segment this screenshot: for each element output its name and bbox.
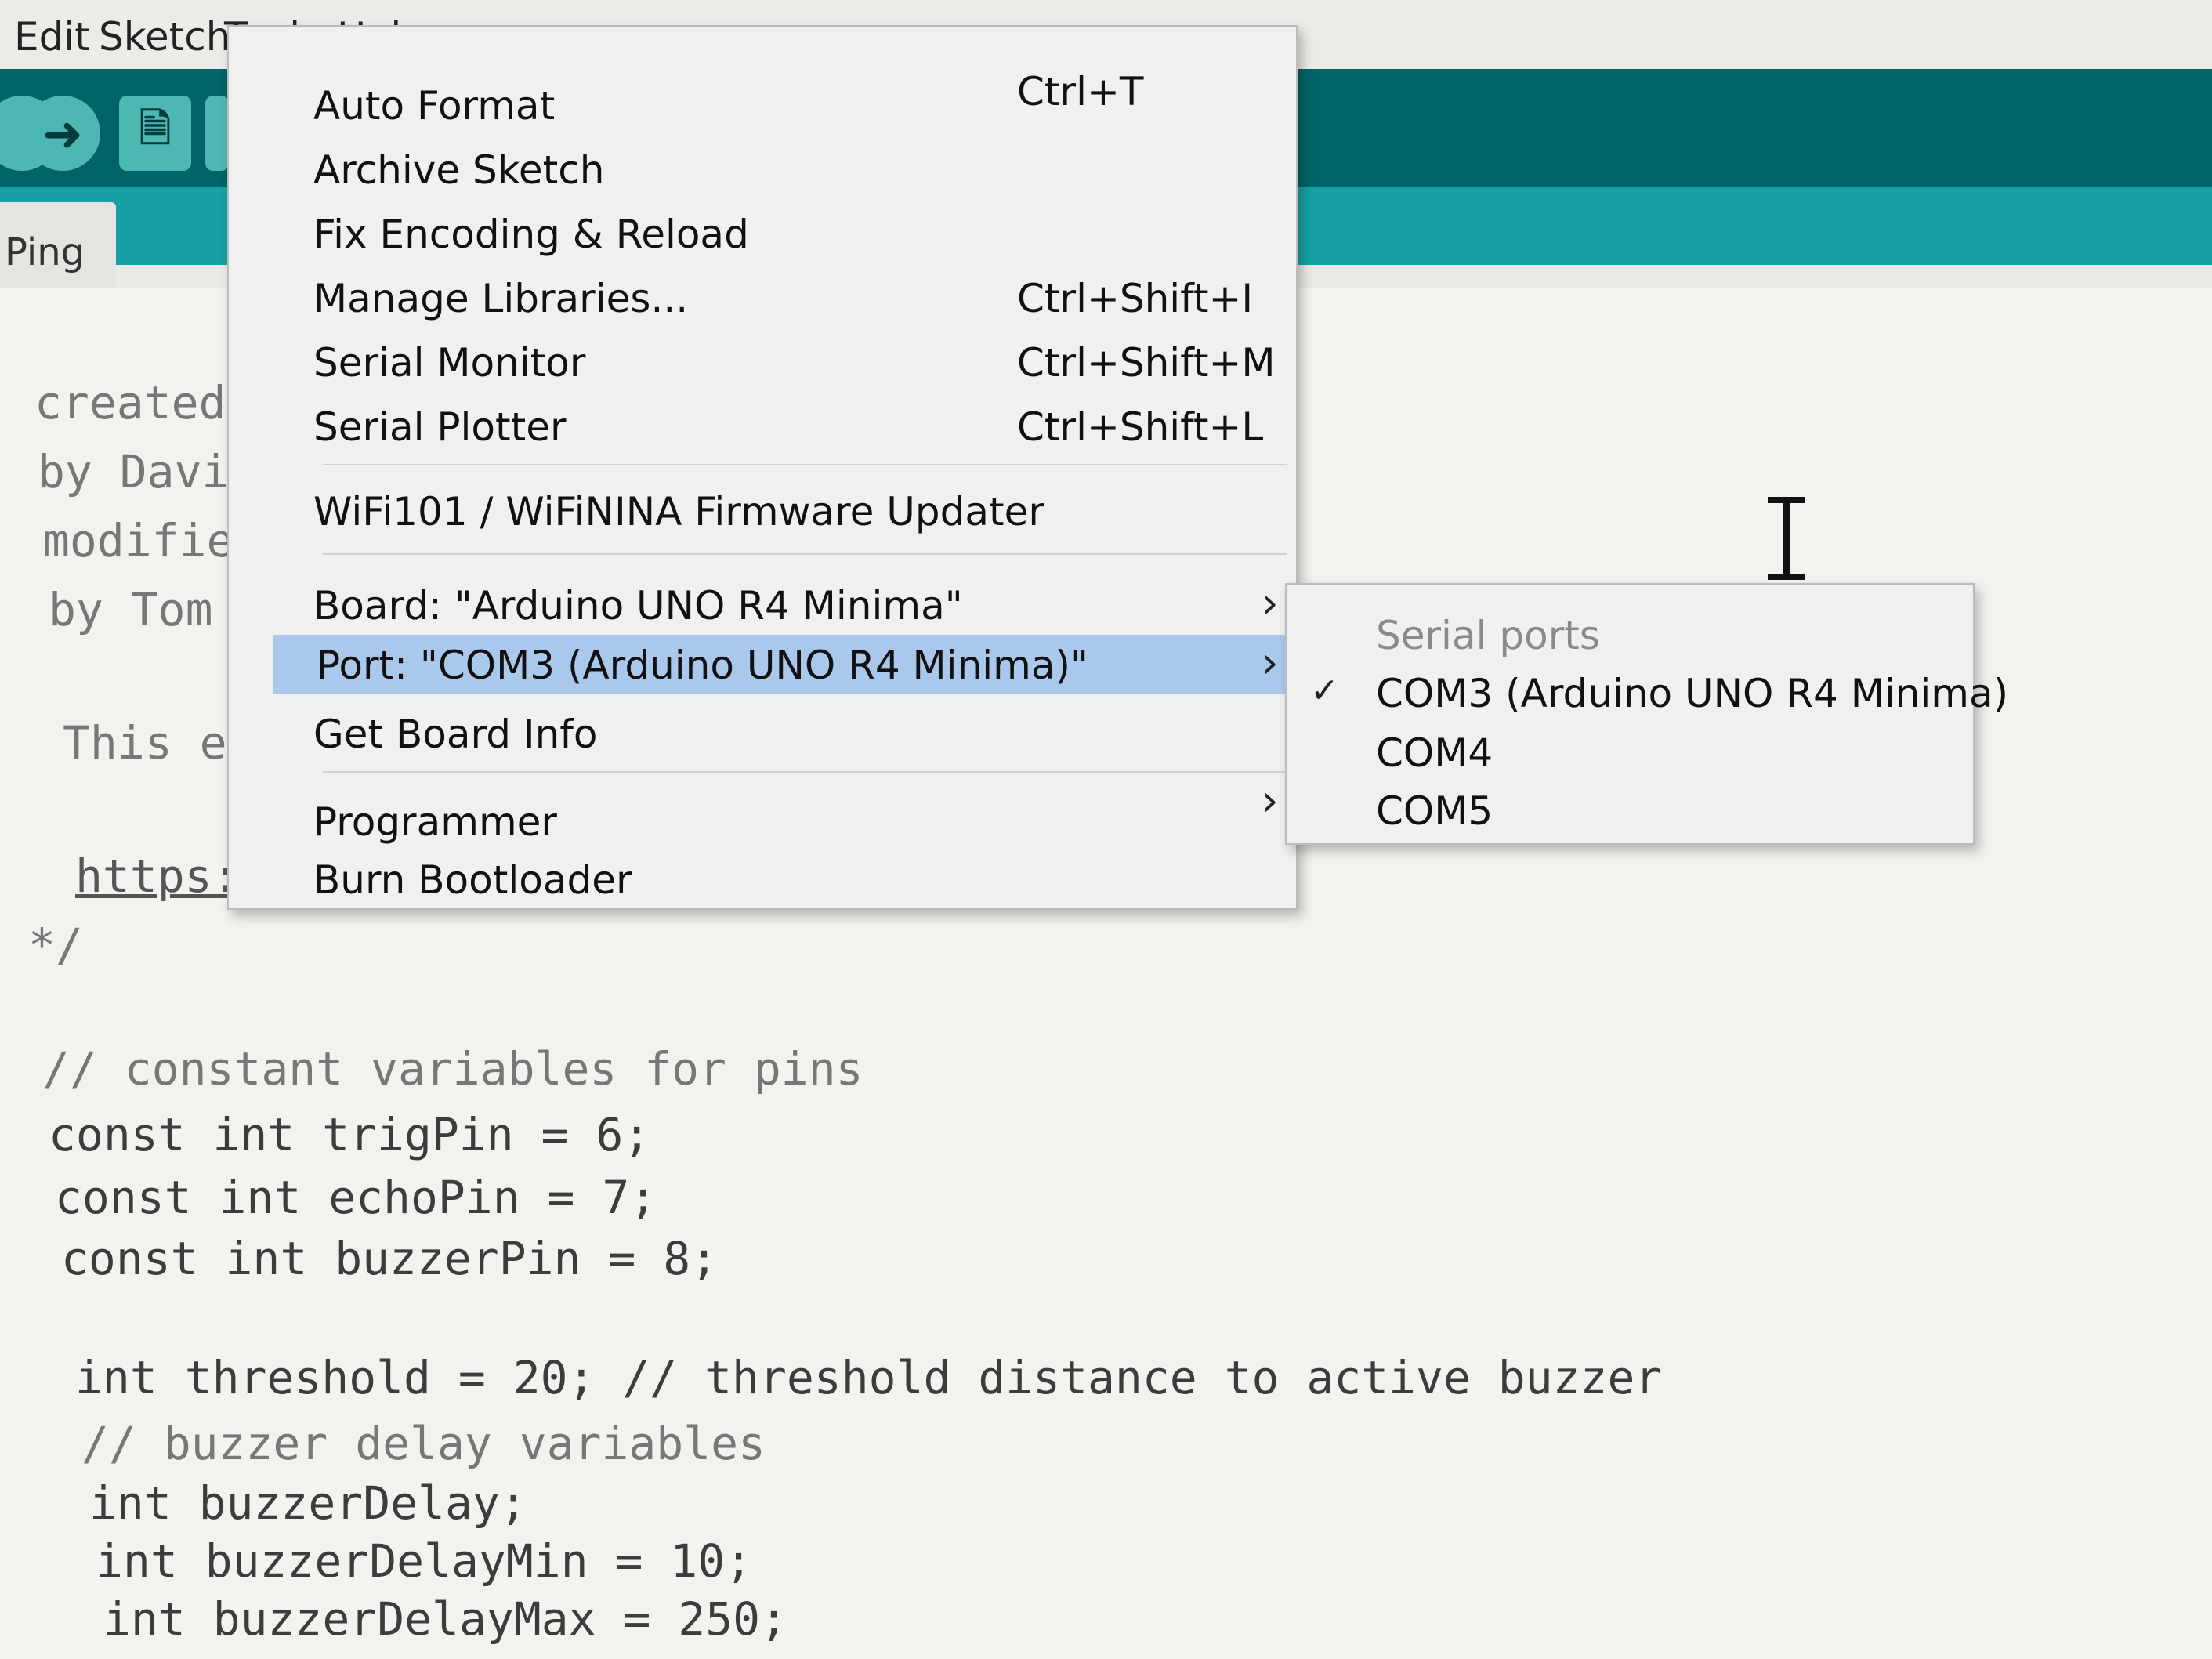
menu-item-manage-libraries[interactable]: Manage Libraries... Ctrl+Shift+I — [229, 268, 1296, 328]
new-sketch-button[interactable]: 🗎 — [119, 96, 191, 171]
code-line: int threshold = 20; // threshold distanc… — [75, 1351, 1663, 1404]
menu-item-label: Fix Encoding & Reload — [313, 212, 749, 257]
menu-item-label: Get Board Info — [313, 712, 598, 757]
menu-item-label: Manage Libraries... — [313, 276, 689, 321]
menu-item-label: Archive Sketch — [313, 147, 605, 193]
menu-item-label: Board: "Arduino UNO R4 Minima" — [313, 583, 963, 628]
port-option-label: COM5 — [1376, 788, 1493, 834]
menu-item-board[interactable]: Board: "Arduino UNO R4 Minima" › — [229, 575, 1296, 635]
code-line: const int echoPin = 7; — [55, 1171, 657, 1224]
menu-item-fix-encoding[interactable]: Fix Encoding & Reload — [229, 204, 1296, 263]
code-line: // buzzer delay variables — [81, 1417, 766, 1470]
arduino-ide-window: Edit Sketch Tools Help ➜ 🗎 Ping created … — [0, 0, 2212, 1659]
code-line: int buzzerDelayMax = 250; — [103, 1592, 787, 1646]
menu-item-label: Burn Bootloader — [313, 857, 632, 903]
document-icon: 🗎 — [139, 105, 172, 151]
menu-item-shortcut: Ctrl+Shift+L — [1017, 404, 1264, 450]
code-line: created — [34, 376, 226, 429]
port-option-com4[interactable]: COM4 — [1287, 726, 1973, 785]
menu-separator — [323, 553, 1287, 555]
menu-item-shortcut: Ctrl+Shift+I — [1017, 276, 1254, 321]
code-line: This ex — [63, 716, 255, 770]
menu-edit[interactable]: Edit — [14, 14, 90, 60]
menu-item-label: Port: "COM3 (Arduino UNO R4 Minima)" — [317, 643, 1089, 688]
tools-dropdown-menu: Auto Format Ctrl+T Archive Sketch Fix En… — [227, 25, 1298, 910]
submenu-header: Serial ports — [1287, 608, 1973, 668]
port-option-com5[interactable]: COM5 — [1287, 784, 1973, 843]
code-line: const int buzzerPin = 8; — [61, 1232, 719, 1285]
port-option-label: COM3 (Arduino UNO R4 Minima) — [1376, 671, 2009, 716]
menu-item-label: Serial Monitor — [313, 340, 586, 386]
menu-sketch[interactable]: Sketch — [99, 14, 230, 60]
checkmark-icon: ✓ — [1310, 671, 1339, 711]
menu-item-shortcut: Ctrl+Shift+M — [1017, 340, 1276, 386]
chevron-right-icon: › — [1262, 776, 1279, 825]
code-line: */ — [28, 918, 83, 972]
menu-item-auto-format[interactable]: Auto Format Ctrl+T — [229, 69, 1296, 135]
menu-item-get-board-info[interactable]: Get Board Info — [229, 704, 1296, 763]
submenu-header-label: Serial ports — [1376, 613, 1600, 658]
code-line: modifie — [42, 514, 234, 567]
code-line: by Davi — [38, 445, 230, 498]
menu-item-label: Programmer — [313, 799, 557, 845]
menu-item-serial-monitor[interactable]: Serial Monitor Ctrl+Shift+M — [229, 332, 1296, 392]
code-line: by Tom — [49, 583, 213, 636]
menu-item-burn-bootloader[interactable]: Burn Bootloader — [229, 849, 1296, 909]
tab-ping[interactable]: Ping — [0, 202, 116, 288]
menu-item-shortcut: Ctrl+T — [1017, 69, 1144, 114]
port-submenu: Serial ports ✓ COM3 (Arduino UNO R4 Mini… — [1285, 583, 2008, 845]
menu-item-programmer[interactable]: Programmer › — [229, 776, 1296, 851]
menu-separator — [323, 464, 1287, 465]
upload-button[interactable]: ➜ — [25, 96, 100, 171]
code-line: const int trigPin = 6; — [49, 1108, 651, 1161]
code-line: int buzzerDelay; — [89, 1476, 527, 1530]
chevron-right-icon: › — [1262, 578, 1279, 628]
menu-item-firmware-updater[interactable]: WiFi101 / WiFiNINA Firmware Updater — [229, 481, 1296, 541]
port-option-com3[interactable]: ✓ COM3 (Arduino UNO R4 Minima) — [1287, 666, 2008, 726]
menu-item-label: Serial Plotter — [313, 404, 567, 450]
open-sketch-button[interactable] — [205, 96, 229, 171]
arrow-right-icon: ➜ — [42, 104, 83, 162]
menu-item-label: Auto Format — [313, 83, 556, 129]
text-cursor-icon — [1768, 497, 1805, 580]
menu-item-label: WiFi101 / WiFiNINA Firmware Updater — [313, 489, 1044, 534]
menu-separator — [323, 771, 1287, 773]
chevron-right-icon: › — [1262, 638, 1279, 687]
code-line: int buzzerDelayMin = 10; — [96, 1534, 753, 1588]
tab-label: Ping — [5, 230, 85, 274]
port-option-label: COM4 — [1376, 730, 1493, 776]
menu-item-serial-plotter[interactable]: Serial Plotter Ctrl+Shift+L — [229, 397, 1296, 456]
menu-item-archive-sketch[interactable]: Archive Sketch — [229, 139, 1296, 199]
menu-item-port[interactable]: Port: "COM3 (Arduino UNO R4 Minima)" › — [273, 635, 1296, 694]
code-line: // constant variables for pins — [42, 1042, 863, 1096]
